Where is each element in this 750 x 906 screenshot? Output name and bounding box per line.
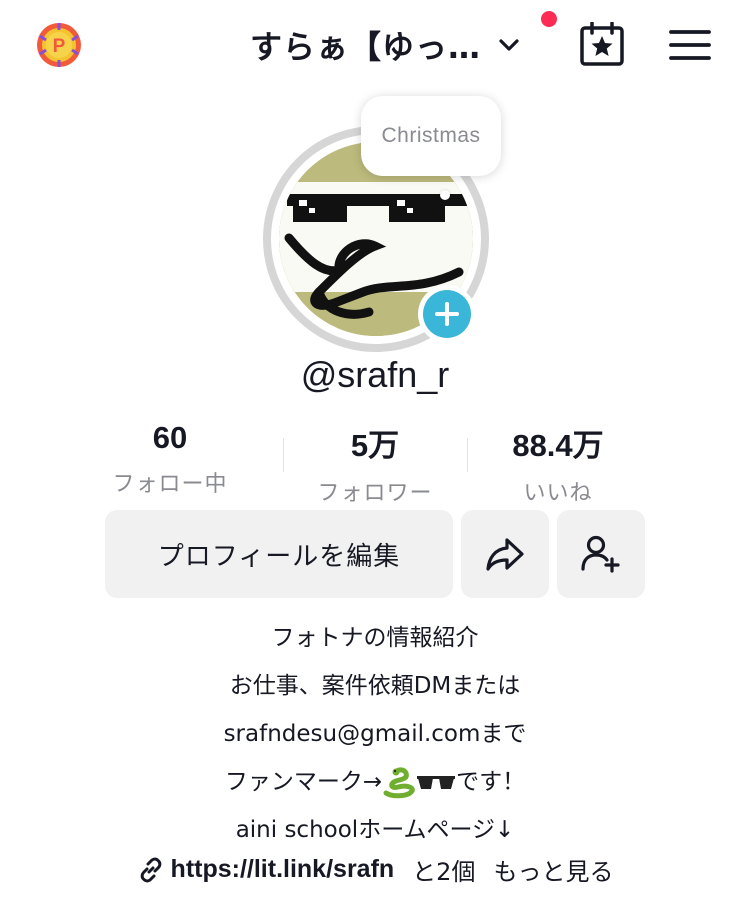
- add-friend-icon: [581, 535, 620, 573]
- coin-letter: P: [53, 36, 66, 57]
- profile-bio: フォトナの情報紹介 お仕事、案件依頼DMまたは srafndesu@gmail.…: [0, 618, 750, 858]
- stat-followers[interactable]: 5万 フォロワー: [285, 420, 465, 507]
- stat-label: フォロワー: [317, 481, 433, 506]
- bio-line: お仕事、案件依頼DMまたは: [229, 673, 521, 699]
- stat-value: 60: [152, 420, 188, 455]
- profile-header: P すらぁ【ゆっ…: [0, 0, 750, 90]
- notification-dot: [541, 11, 557, 27]
- note-bubble[interactable]: Christmas: [361, 96, 501, 176]
- snake-emoji-icon: [383, 766, 415, 798]
- link-icon: [140, 857, 161, 882]
- edit-profile-label: プロフィールを編集: [157, 541, 401, 572]
- stat-label: いいね: [523, 481, 593, 506]
- add-story-button[interactable]: [418, 285, 476, 343]
- profile-link-url[interactable]: https://lit.link/srafn: [171, 855, 395, 884]
- see-more-link[interactable]: もっと見る: [493, 852, 613, 887]
- stat-value: 88.4万: [512, 428, 604, 463]
- points-coin-icon[interactable]: P: [36, 22, 82, 68]
- profile-handle: @srafn_r: [300, 354, 450, 395]
- bio-line: aini schoolホームページ↓: [235, 817, 515, 843]
- stat-divider: [283, 438, 284, 472]
- fanmark-prefix: ファンマーク→: [224, 769, 383, 795]
- share-arrow-icon: [486, 538, 524, 571]
- stat-value: 5万: [350, 428, 400, 463]
- sunglasses-emoji-icon: [417, 775, 456, 789]
- profile-link-row[interactable]: https://lit.link/srafn と2個 もっと見る: [0, 852, 750, 887]
- note-text: Christmas: [381, 124, 481, 147]
- plus-icon: [423, 290, 471, 338]
- bio-line: フォトナの情報紹介: [271, 625, 479, 651]
- note-bubble-tail: [440, 190, 450, 200]
- stat-label: フォロー中: [112, 472, 228, 497]
- chevron-down-icon: [499, 39, 519, 51]
- account-switcher-button[interactable]: すらぁ【ゆっ…: [250, 20, 523, 70]
- bio-line-fanmark: ファンマーク→ です！: [0, 762, 750, 810]
- stat-following[interactable]: 60 フォロー中: [80, 420, 260, 498]
- stat-likes[interactable]: 88.4万 いいね: [468, 420, 648, 507]
- bio-line: srafndesu@gmail.comまで: [223, 721, 527, 747]
- profile-link-extra: と2個: [412, 858, 476, 886]
- share-profile-button[interactable]: [461, 510, 549, 598]
- calendar-star-icon[interactable]: [578, 21, 626, 66]
- hamburger-menu-icon[interactable]: [668, 28, 712, 62]
- edit-profile-button[interactable]: プロフィールを編集: [105, 510, 453, 598]
- add-friend-button[interactable]: [557, 510, 645, 598]
- account-username: すらぁ【ゆっ…: [250, 28, 482, 66]
- profile-stats: 60 フォロー中 5万 フォロワー 88.4万 いいね: [0, 420, 750, 506]
- fanmark-suffix: です！: [456, 769, 526, 795]
